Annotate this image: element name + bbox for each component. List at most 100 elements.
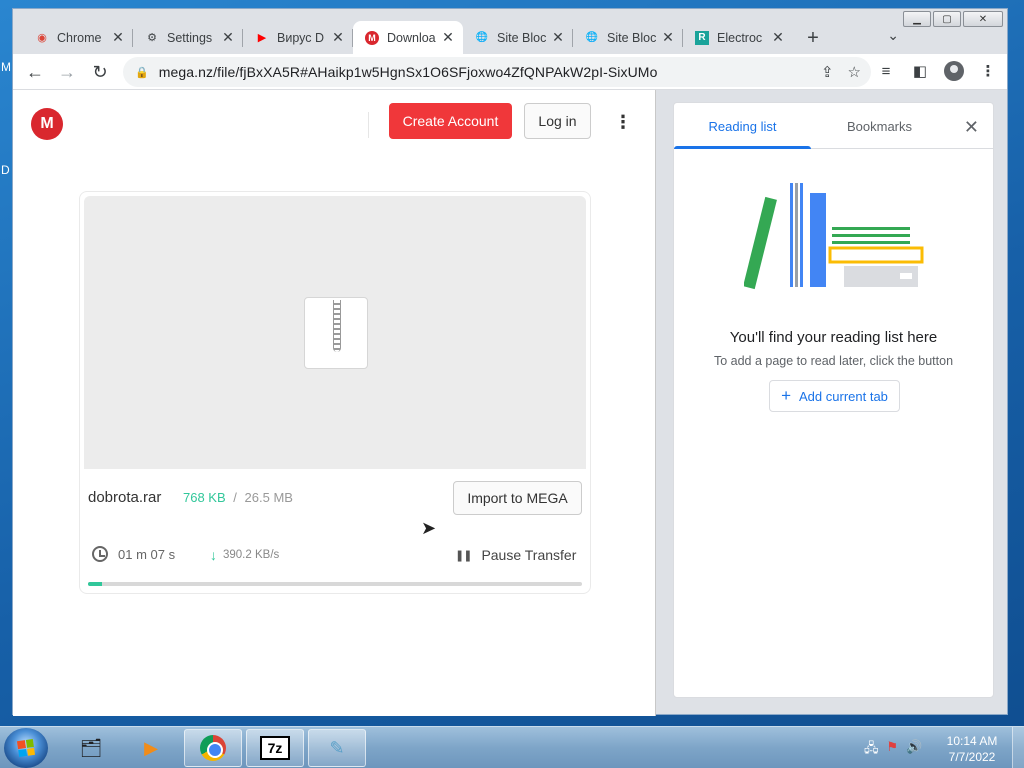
media-player-icon[interactable]: ▶ bbox=[122, 729, 180, 767]
new-tab-button[interactable]: + bbox=[799, 24, 827, 52]
mega-logo[interactable]: M bbox=[31, 108, 63, 140]
volume-icon[interactable]: 🔊 bbox=[906, 739, 922, 761]
archive-file-icon bbox=[304, 297, 368, 369]
forward-button[interactable]: → bbox=[55, 60, 79, 84]
tab-bookmarks[interactable]: Bookmarks bbox=[811, 103, 948, 149]
tab-close-icon[interactable]: ✕ bbox=[661, 29, 675, 46]
tab-close-icon[interactable]: ✕ bbox=[551, 29, 565, 46]
show-desktop-button[interactable] bbox=[1012, 727, 1024, 768]
mega-icon: M bbox=[365, 30, 379, 45]
maximize-button[interactable]: ▢ bbox=[933, 11, 961, 27]
create-account-button[interactable]: Create Account bbox=[389, 103, 512, 139]
browser-toolbar: ← → ↻ 🔒 mega.nz/file/fjBxXA5R#AHaikp1w5H… bbox=[13, 54, 1007, 90]
bookmark-star-icon[interactable]: ☆ bbox=[848, 63, 861, 81]
reading-list-illustration-icon bbox=[744, 183, 924, 290]
tab-title: Вирус D bbox=[277, 30, 324, 45]
address-bar[interactable]: 🔒 mega.nz/file/fjBxXA5R#AHaikp1w5HgnSx1O… bbox=[123, 57, 871, 87]
gear-icon: ⚙ bbox=[147, 32, 157, 44]
globe-icon: 🌐 bbox=[475, 32, 489, 43]
pause-label: Pause Transfer bbox=[481, 547, 577, 563]
profile-avatar[interactable] bbox=[943, 60, 965, 82]
desktop-icon-label[interactable]: D bbox=[1, 163, 10, 177]
tab-close-icon[interactable]: ✕ bbox=[441, 29, 455, 46]
plus-icon: + bbox=[781, 386, 792, 405]
add-current-tab-label: Add current tab bbox=[799, 388, 888, 404]
downloaded-size: 768 KB bbox=[183, 490, 226, 505]
file-size-info: 768 KB / 26.5 MB bbox=[183, 490, 293, 505]
tab-close-icon[interactable]: ✕ bbox=[331, 29, 345, 46]
close-window-button[interactable]: ✕ bbox=[963, 11, 1003, 27]
tab-title: Site Bloc bbox=[497, 30, 547, 45]
tab-search-icon[interactable]: ⌄ bbox=[887, 27, 899, 44]
tab-title: Downloa bbox=[387, 30, 436, 45]
speed-text: 390.2 KB/s bbox=[223, 549, 280, 561]
header-divider bbox=[368, 112, 369, 138]
tab-settings[interactable]: ⚙ Settings ✕ bbox=[133, 21, 243, 54]
tab-chrome[interactable]: ◉ Chrome ✕ bbox=[23, 21, 133, 54]
minimize-button[interactable]: ▁ bbox=[903, 11, 931, 27]
time-remaining: 01 m 07 s bbox=[92, 546, 175, 562]
tab-electrochem[interactable]: R Electroc ✕ bbox=[683, 21, 793, 54]
desktop-icon-label[interactable]: M bbox=[1, 60, 11, 74]
notepad-icon[interactable]: ✎ bbox=[308, 729, 366, 767]
back-button[interactable]: ← bbox=[23, 60, 47, 84]
file-explorer-icon[interactable]: 🗂 bbox=[62, 729, 120, 767]
side-panel-icon[interactable]: ◧ bbox=[909, 60, 931, 82]
title-bar: ◉ Chrome ✕ ⚙ Settings ✕ ▶ Вирус D ✕ M Do… bbox=[13, 9, 1007, 54]
tab-youtube[interactable]: ▶ Вирус D ✕ bbox=[243, 21, 353, 54]
globe-icon: 🌐 bbox=[585, 32, 599, 43]
7zip-taskbar-button[interactable]: 7z bbox=[246, 729, 304, 767]
browser-window: ◉ Chrome ✕ ⚙ Settings ✕ ▶ Вирус D ✕ M Do… bbox=[12, 8, 1008, 716]
lock-icon[interactable]: 🔒 bbox=[135, 66, 149, 79]
zipper-icon bbox=[333, 300, 341, 352]
page-content: M Create Account Log in ⋮ dobrota.rar 76… bbox=[13, 90, 655, 716]
clock-time: 10:14 AM bbox=[946, 734, 998, 748]
tab-title: Chrome bbox=[57, 30, 102, 45]
active-tab-indicator bbox=[674, 146, 811, 149]
download-speed: ↓ 390.2 KB/s bbox=[210, 547, 279, 563]
close-panel-icon[interactable]: ✕ bbox=[964, 117, 979, 138]
taskbar: 🗂 ▶ 7z ✎ 🖧 ⚑ 🔊 10:14 AM 7/7/2022 bbox=[0, 726, 1024, 768]
chrome-taskbar-button[interactable] bbox=[184, 729, 242, 767]
import-to-mega-button[interactable]: Import to MEGA bbox=[453, 481, 582, 515]
login-button[interactable]: Log in bbox=[524, 103, 591, 139]
reading-list-panel: Reading list Bookmarks ✕ You'll find you… bbox=[673, 102, 994, 698]
tab-reading-list[interactable]: Reading list bbox=[674, 103, 811, 149]
reading-list-icon[interactable]: ≡ bbox=[875, 60, 897, 82]
chrome-menu-icon[interactable]: ⋮ bbox=[977, 60, 999, 82]
side-panel-divider[interactable] bbox=[655, 90, 656, 716]
clock-icon bbox=[92, 546, 108, 562]
7zip-icon: 7z bbox=[260, 736, 290, 760]
clock-date: 7/7/2022 bbox=[948, 750, 996, 764]
empty-state-title: You'll find your reading list here bbox=[729, 329, 938, 346]
tab-title: Settings bbox=[167, 30, 213, 45]
tab-close-icon[interactable]: ✕ bbox=[111, 29, 125, 46]
tab-close-icon[interactable]: ✕ bbox=[221, 29, 235, 46]
side-panel-tabs: Reading list Bookmarks ✕ bbox=[674, 103, 993, 149]
url-text[interactable]: mega.nz/file/fjBxXA5R#AHaikp1w5HgnSx1O6S… bbox=[159, 64, 658, 80]
system-tray: 🖧 ⚑ 🔊 bbox=[864, 739, 922, 761]
tab-strip: ◉ Chrome ✕ ⚙ Settings ✕ ▶ Вирус D ✕ M Do… bbox=[23, 21, 827, 54]
action-center-flag-icon[interactable]: ⚑ bbox=[887, 739, 899, 761]
tab-site-blocker-2[interactable]: 🌐 Site Bloc ✕ bbox=[573, 21, 683, 54]
mouse-cursor: ➤ bbox=[421, 518, 437, 538]
empty-state-subtitle: To add a page to read later, click the b… bbox=[713, 354, 954, 368]
page-menu-icon[interactable]: ⋮ bbox=[613, 110, 633, 134]
time-remaining-text: 01 m 07 s bbox=[118, 546, 176, 562]
file-name: dobrota.rar bbox=[88, 489, 162, 506]
chrome-icon: ◉ bbox=[37, 32, 47, 44]
electrochem-icon: R bbox=[695, 30, 709, 45]
reload-button[interactable]: ↻ bbox=[88, 60, 112, 84]
tab-title: Electroc bbox=[717, 30, 763, 45]
network-icon[interactable]: 🖧 bbox=[864, 739, 879, 761]
add-current-tab-button[interactable]: + Add current tab bbox=[769, 380, 900, 412]
start-button[interactable] bbox=[4, 728, 48, 768]
tab-close-icon[interactable]: ✕ bbox=[771, 29, 785, 46]
pause-transfer-button[interactable]: ❚❚ Pause Transfer bbox=[455, 547, 576, 563]
taskbar-clock[interactable]: 10:14 AM 7/7/2022 bbox=[940, 733, 1004, 765]
youtube-icon: ▶ bbox=[257, 32, 267, 44]
share-icon[interactable]: ⇪ bbox=[821, 63, 834, 81]
file-preview bbox=[84, 196, 586, 469]
tab-download-active[interactable]: M Downloa ✕ bbox=[353, 21, 463, 54]
tab-site-blocker-1[interactable]: 🌐 Site Bloc ✕ bbox=[463, 21, 573, 54]
